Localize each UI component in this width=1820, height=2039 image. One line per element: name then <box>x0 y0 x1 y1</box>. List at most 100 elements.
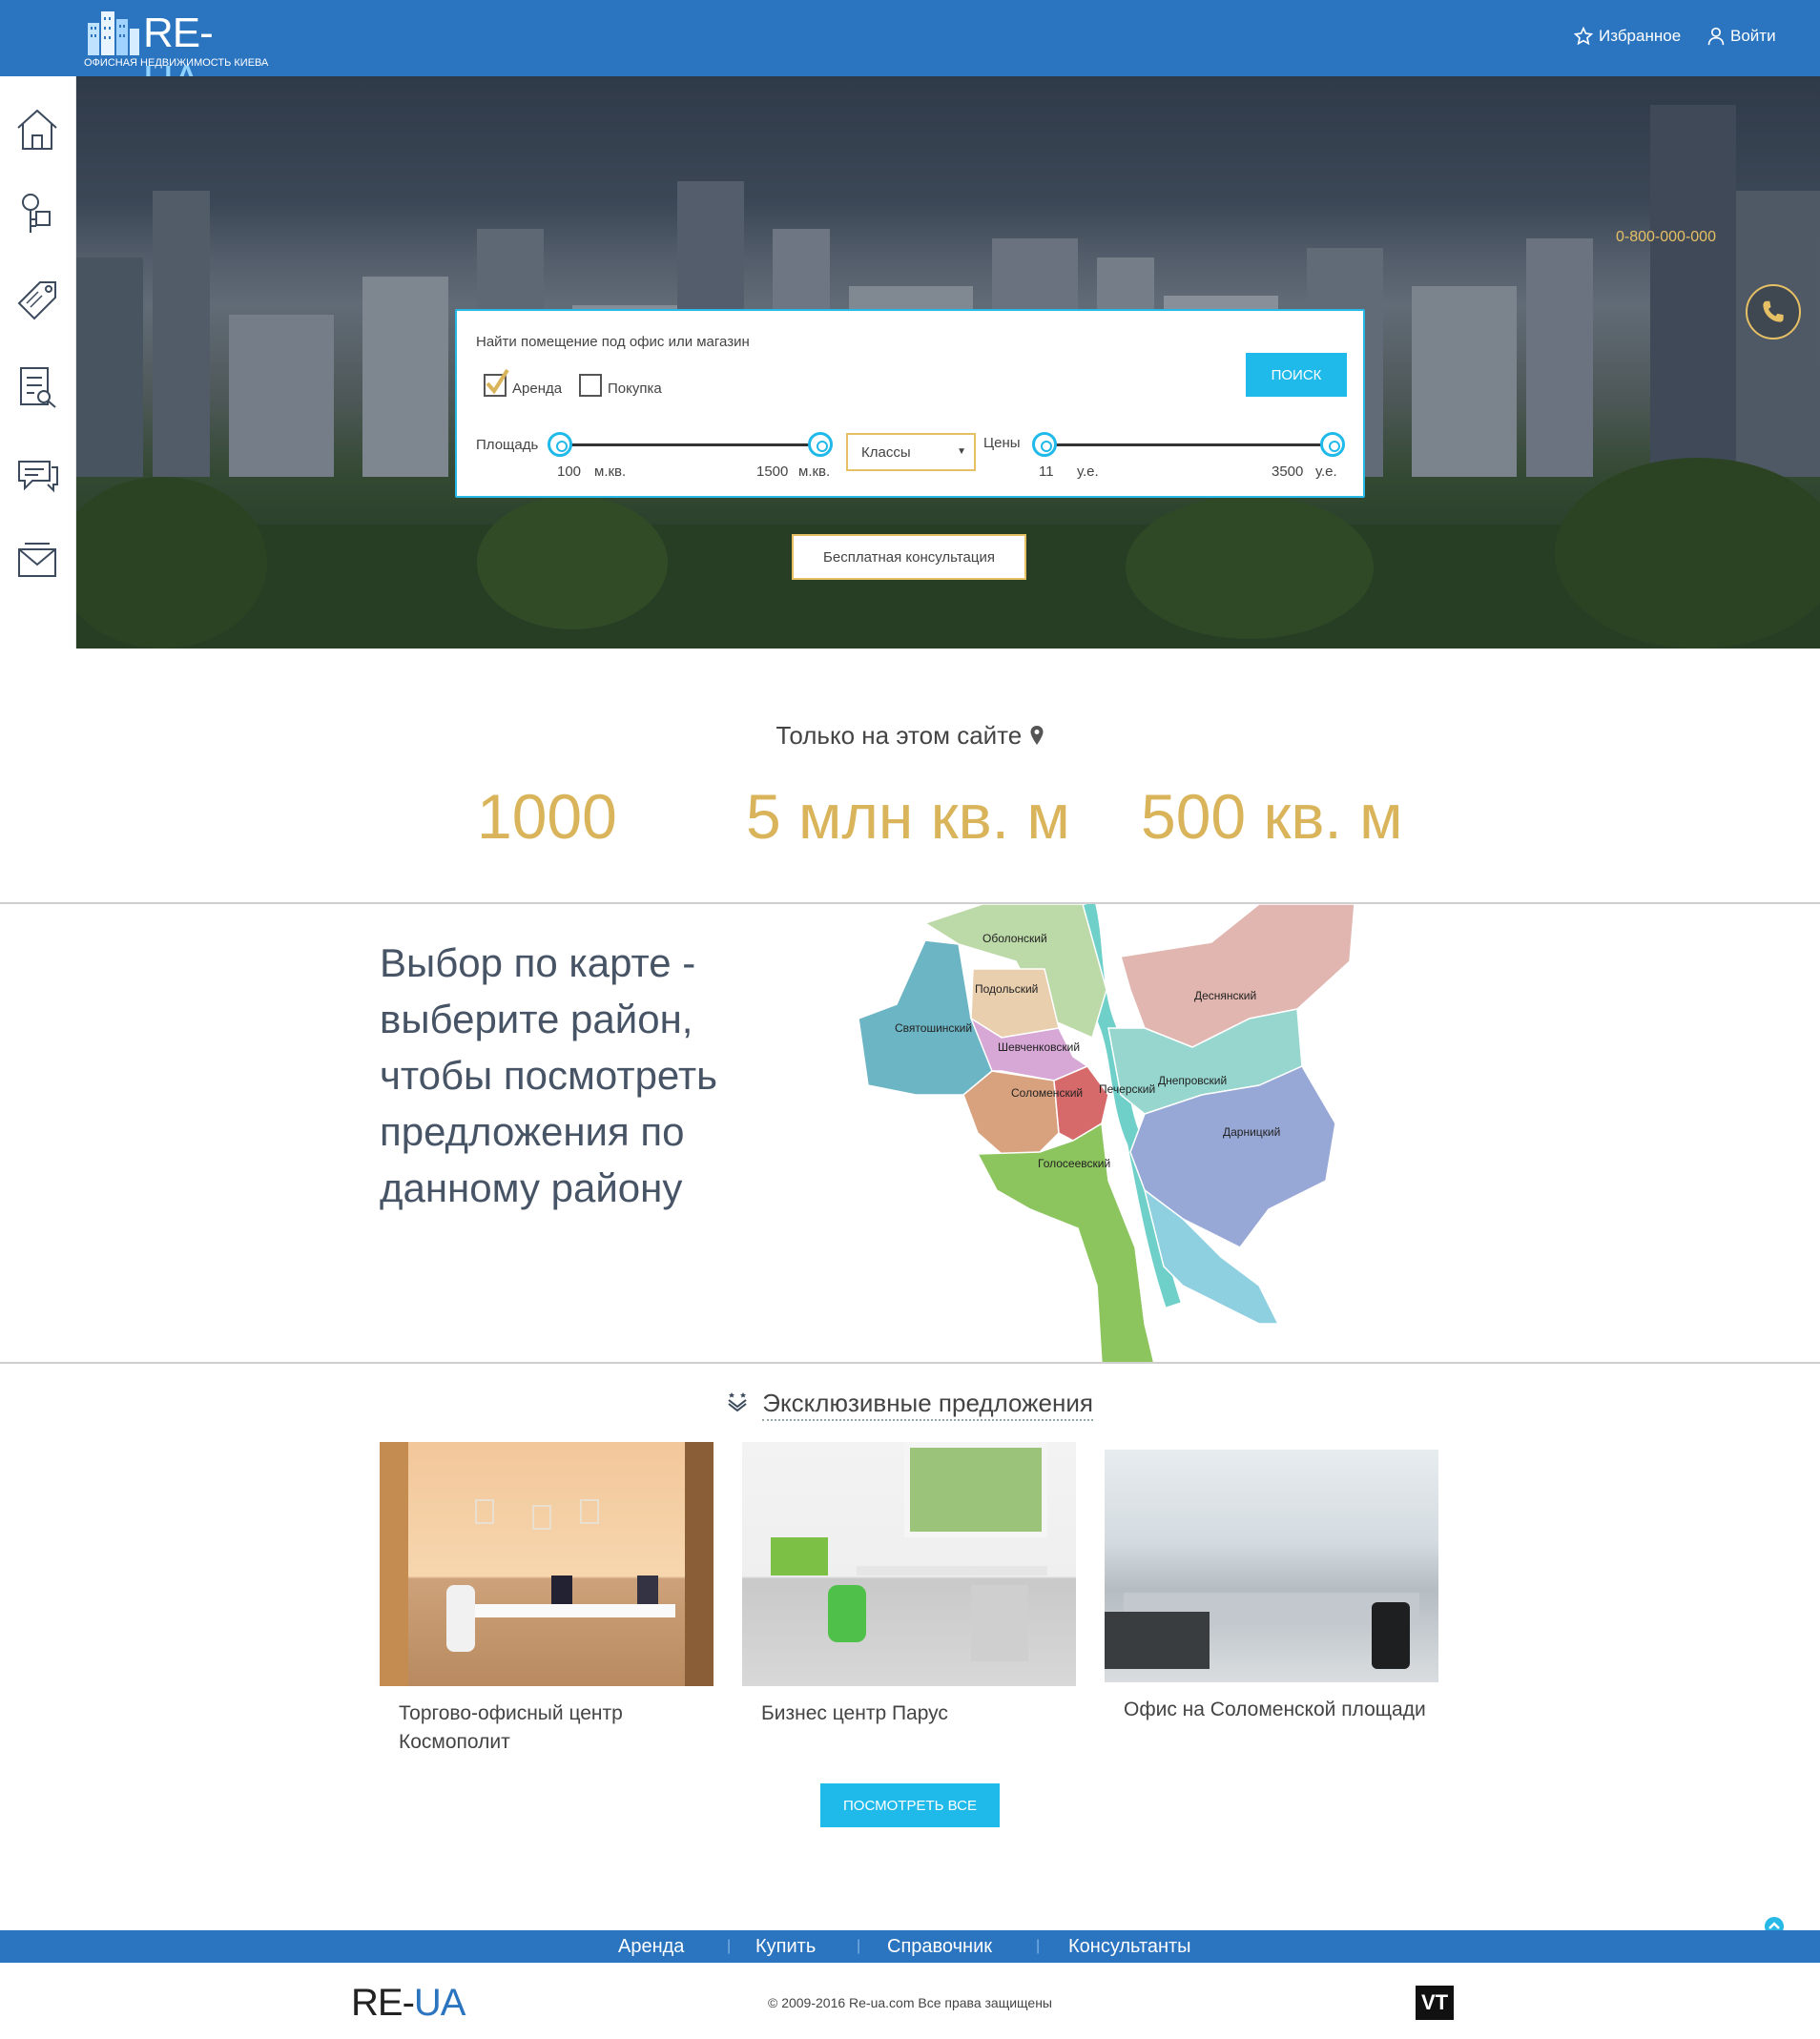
chevron-down-icon: ▼ <box>957 446 966 457</box>
sidebar-item-tags[interactable] <box>13 275 61 322</box>
offer-card[interactable]: Бизнес центр Парус <box>742 1442 1076 1728</box>
footer-separator: | <box>727 1938 732 1954</box>
office-room <box>380 1442 714 1686</box>
buy-checkbox-box[interactable] <box>579 374 602 397</box>
sidebar-item-mail[interactable] <box>13 536 61 584</box>
phone-number[interactable]: 0-800-000-000 <box>1616 229 1716 246</box>
offers-title[interactable]: Эксклюзивные предложения <box>762 1389 1093 1421</box>
area-slider-track[interactable] <box>552 443 810 446</box>
area-min-handle[interactable] <box>548 432 572 457</box>
district-label: Дарницкий <box>1223 1125 1280 1139</box>
footer-separator: | <box>857 1938 861 1954</box>
rent-checkbox[interactable]: Аренда <box>484 368 563 397</box>
area-max-value: 1500 <box>756 463 789 480</box>
stat-value: 500 кв. м <box>1141 781 1403 852</box>
view-all-button[interactable]: ПОСМОТРЕТЬ ВСЕ <box>820 1783 1000 1827</box>
buy-checkbox[interactable]: Покупка <box>579 374 662 397</box>
area-max-unit: м.кв. <box>798 463 831 480</box>
logo-tagline: ОФИСНАЯ НЕДВИЖИМОСТЬ КИЕВА <box>84 57 269 69</box>
sidebar-item-keys[interactable] <box>13 191 61 238</box>
offer-photo[interactable] <box>380 1442 714 1686</box>
search-panel: Найти помещение под офис или магазин Аре… <box>455 309 1365 498</box>
footer-link-rent[interactable]: Аренда <box>618 1936 684 1958</box>
offer-title[interactable]: Офис на Соломенской площади <box>1105 1696 1438 1724</box>
district-label: Оболонский <box>982 932 1047 945</box>
search-button[interactable]: ПОИСК <box>1246 353 1347 397</box>
offer-title[interactable]: Бизнес центр Парус <box>742 1699 1076 1728</box>
keys-icon <box>22 194 51 233</box>
user-icon <box>1707 27 1725 46</box>
home-icon <box>17 109 57 150</box>
offer-title[interactable]: Торгово-офисный центр Космополит <box>380 1699 714 1757</box>
offer-card[interactable]: Торгово-офисный центр Космополит <box>380 1442 714 1757</box>
price-min-unit: у.е. <box>1077 463 1099 480</box>
free-consultation-button[interactable]: Бесплатная консультация <box>792 534 1026 580</box>
classes-select[interactable]: Классы ▼ <box>846 433 976 471</box>
area-label: Площадь <box>476 437 539 453</box>
district-label: Днепровский <box>1158 1074 1227 1087</box>
offers-heading: Эксклюзивные предложения <box>0 1389 1820 1421</box>
area-min-value: 100 <box>557 463 582 480</box>
stat-value: 5 млн кв. м <box>746 781 1070 852</box>
wall-frame <box>475 1499 494 1524</box>
offer-photo[interactable] <box>1105 1450 1438 1682</box>
stars-badge-icon <box>728 1392 747 1412</box>
buildings-logo-icon <box>88 11 139 55</box>
price-min-handle[interactable] <box>1032 432 1057 457</box>
green-cabinet <box>771 1537 828 1576</box>
partner-logo[interactable]: VT <box>1416 1986 1454 2020</box>
window <box>904 1442 1047 1537</box>
wall-frame <box>580 1499 599 1524</box>
kiev-district-map: Оболонский Подольский Святошинский Шевче… <box>858 904 1355 1364</box>
district-label: Подольский <box>975 982 1038 996</box>
star-icon <box>1574 27 1593 46</box>
price-max-handle[interactable] <box>1320 432 1345 457</box>
phone-icon <box>1763 300 1784 322</box>
footer-link-buy[interactable]: Купить <box>755 1936 816 1958</box>
footer-link-consultants[interactable]: Консультанты <box>1068 1936 1191 1958</box>
stats-heading: Только на этом сайте <box>0 721 1820 751</box>
footer-link-directory[interactable]: Справочник <box>887 1936 992 1958</box>
checkmark-icon <box>486 368 509 395</box>
offer-photo[interactable] <box>742 1442 1076 1686</box>
price-label: Цены <box>983 435 1021 451</box>
envelope-icon <box>18 543 56 577</box>
desk <box>857 1566 1047 1576</box>
login-link[interactable]: Войти <box>1707 27 1776 46</box>
copyright: © 2009-2016 Re-ua.com Все права защищены <box>767 1995 1052 2010</box>
rent-label: Аренда <box>512 381 563 397</box>
favorites-label: Избранное <box>1599 27 1682 45</box>
footer-navigation: Аренда | Купить | Справочник | Консульта… <box>0 1930 1820 1963</box>
favorites-link[interactable]: Избранное <box>1574 27 1681 46</box>
price-max-unit: у.е. <box>1315 463 1337 480</box>
sidebar-item-home[interactable] <box>13 105 61 153</box>
price-max-value: 3500 <box>1272 463 1304 480</box>
sidebar-item-search-list[interactable] <box>13 362 61 410</box>
sidebar-item-chat[interactable] <box>13 450 61 498</box>
door <box>685 1442 714 1686</box>
chat-icon <box>18 461 58 493</box>
call-button[interactable] <box>1746 284 1801 340</box>
desk <box>456 1604 675 1617</box>
checklist-icon <box>20 367 56 408</box>
site-logo[interactable]: RE-UA ОФИСНАЯ НЕДВИЖИМОСТЬ КИЕВА <box>84 8 269 104</box>
monitor <box>637 1576 658 1604</box>
district-label: Соломенский <box>1011 1086 1083 1100</box>
rent-checkbox-box[interactable] <box>484 368 509 397</box>
chair <box>446 1585 475 1652</box>
offer-card[interactable]: Офис на Соломенской площади <box>1105 1442 1438 1724</box>
area-min-unit: м.кв. <box>594 463 627 480</box>
map-description: Выбор по карте - выберите район, чтобы п… <box>380 940 718 1210</box>
district-label: Шевченковский <box>998 1040 1080 1054</box>
district-solomiansky[interactable] <box>962 1070 1060 1155</box>
logo-main: RE- <box>143 10 214 56</box>
price-min-value: 11 <box>1039 463 1054 480</box>
buy-label: Покупка <box>608 381 662 397</box>
site-header: RE-UA ОФИСНАЯ НЕДВИЖИМОСТЬ КИЕВА Избранн… <box>0 0 1820 104</box>
left-sidebar <box>0 76 76 649</box>
search-title: Найти помещение под офис или магазин <box>476 334 750 350</box>
classes-select-value: Классы <box>861 444 911 461</box>
price-slider-track[interactable] <box>1039 443 1331 446</box>
section-divider <box>0 1362 1820 1364</box>
area-max-handle[interactable] <box>808 432 833 457</box>
